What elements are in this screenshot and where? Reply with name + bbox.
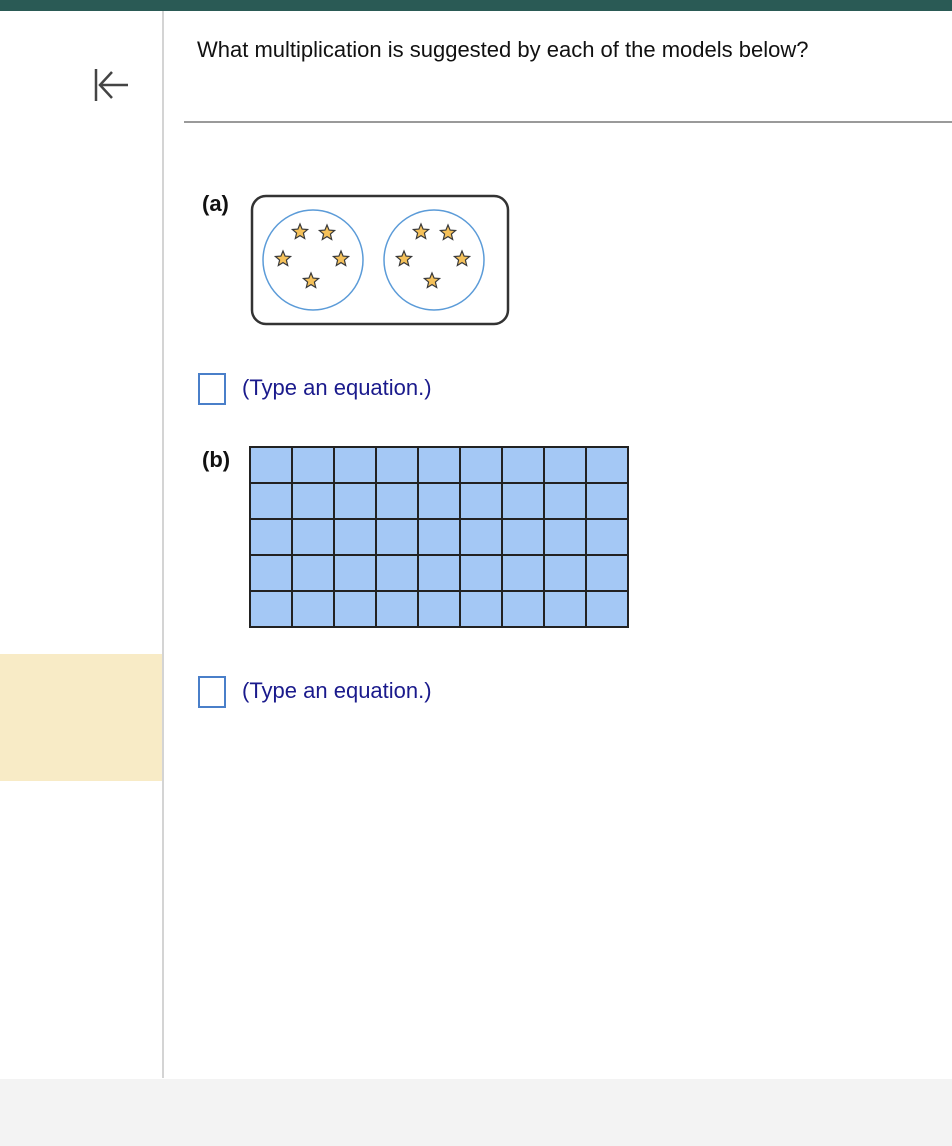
grid-cell (249, 590, 293, 628)
grid-cell (249, 554, 293, 592)
grid-cell (375, 518, 419, 556)
part-b-hint: (Type an equation.) (242, 678, 432, 703)
grid-cell (417, 554, 461, 592)
grid-cell (585, 590, 629, 628)
divider (184, 121, 952, 123)
grid-cell (333, 590, 377, 628)
grid-cell (585, 554, 629, 592)
grid-cell (501, 482, 545, 520)
footer (0, 1079, 952, 1146)
grid-cell (333, 554, 377, 592)
grid-cell (291, 590, 335, 628)
part-a-groups-model (250, 194, 510, 326)
grid-cell (249, 518, 293, 556)
grid-cell (417, 446, 461, 484)
grid-cell (333, 482, 377, 520)
grid-cell (249, 446, 293, 484)
grid-cell (459, 482, 503, 520)
question-text: What multiplication is suggested by each… (197, 37, 809, 62)
part-b-array-model (249, 446, 629, 628)
part-b-label: (b) (202, 447, 231, 472)
grid-cell (333, 518, 377, 556)
grid-cell (543, 590, 587, 628)
part-a-label: (a) (202, 191, 229, 216)
grid-cell (333, 446, 377, 484)
grid-cell (459, 590, 503, 628)
grid-cell (291, 446, 335, 484)
part-a-answer-input[interactable] (198, 373, 226, 405)
grid-cell (459, 518, 503, 556)
grid-cell (459, 554, 503, 592)
grid-cell (543, 482, 587, 520)
grid-cell (291, 554, 335, 592)
part-a-hint: (Type an equation.) (242, 375, 432, 400)
grid-cell (291, 518, 335, 556)
grid-cell (501, 554, 545, 592)
grid-cell (375, 482, 419, 520)
collapse-panel-button[interactable] (86, 63, 136, 113)
grid-cell (543, 554, 587, 592)
grid-cell (375, 554, 419, 592)
question-content: What multiplication is suggested by each… (164, 11, 952, 1078)
group-circle (383, 209, 485, 311)
grid-cell (291, 482, 335, 520)
grid-cell (417, 482, 461, 520)
left-panel (0, 11, 164, 1078)
grid-cell (585, 446, 629, 484)
top-bar (0, 0, 952, 11)
grid-cell (543, 446, 587, 484)
collapse-left-arrow-icon (94, 69, 128, 101)
grid-cell (585, 518, 629, 556)
grid-cell (375, 446, 419, 484)
grid-cell (417, 518, 461, 556)
grid-cell (459, 446, 503, 484)
grid-cell (417, 590, 461, 628)
grid-cell (501, 590, 545, 628)
highlight-block (0, 654, 162, 781)
grid-cell (501, 446, 545, 484)
grid-cell (249, 482, 293, 520)
grid-cell (585, 482, 629, 520)
grid-cell (543, 518, 587, 556)
part-b-answer-input[interactable] (198, 676, 226, 708)
grid-cell (501, 518, 545, 556)
grid-cell (375, 590, 419, 628)
group-circle (262, 209, 364, 311)
